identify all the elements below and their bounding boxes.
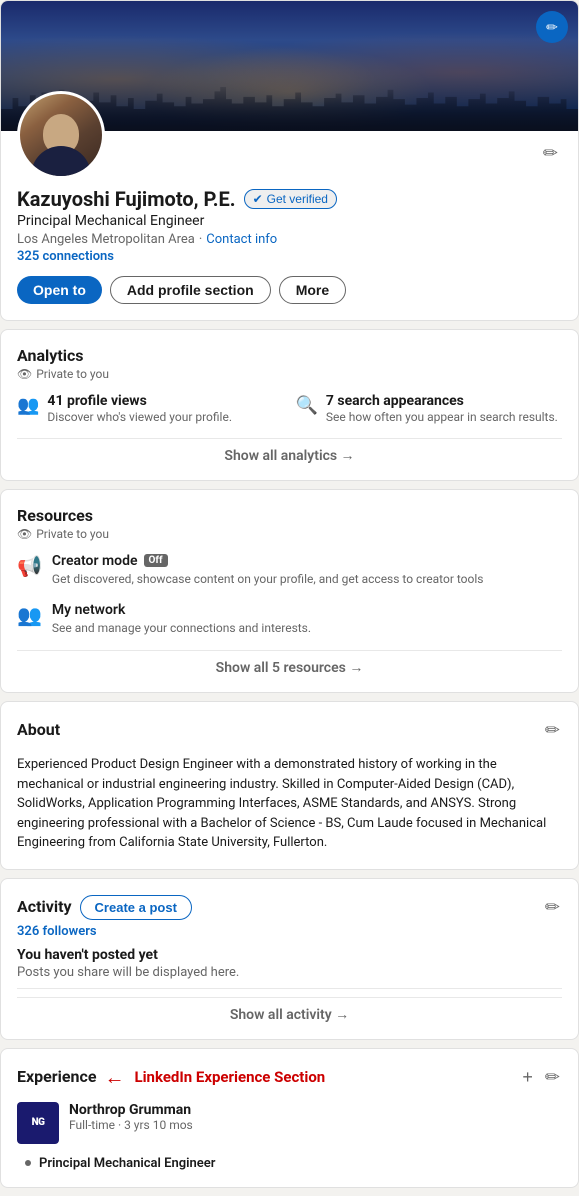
company-name: Northrop Grumman xyxy=(69,1102,193,1118)
profile-card: ✏ ✏ Kazuyoshi Fujimoto, P.E. ✔ Get verif… xyxy=(0,0,579,321)
about-text: Experienced Product Design Engineer with… xyxy=(17,755,562,853)
activity-card: Activity Create a post ✏ 326 followers Y… xyxy=(0,878,579,1040)
about-title: About xyxy=(17,720,60,739)
creator-mode-icon: 📢 xyxy=(17,554,42,578)
creator-mode-desc: Get discovered, showcase content on your… xyxy=(52,571,484,588)
more-button[interactable]: More xyxy=(279,276,346,304)
network-icon: 👥 xyxy=(17,603,42,627)
experience-header: Experience ← LinkedIn Experience Section… xyxy=(17,1065,562,1090)
analytics-private-label: 👁 Private to you xyxy=(17,367,562,381)
profile-name-row: Kazuyoshi Fujimoto, P.E. ✔ Get verified xyxy=(17,187,562,211)
create-post-button[interactable]: Create a post xyxy=(80,895,192,920)
resources-private-label: 👁 Private to you xyxy=(17,527,562,541)
show-all-analytics-link[interactable]: Show all analytics → xyxy=(17,438,562,464)
profile-info: ✏ Kazuyoshi Fujimoto, P.E. ✔ Get verifie… xyxy=(1,131,578,320)
creator-mode-badge: Off xyxy=(144,554,168,567)
edit-activity-button[interactable]: ✏ xyxy=(543,895,562,920)
profile-location: Los Angeles Metropolitan Area · Contact … xyxy=(17,232,562,247)
search-count: 7 search appearances xyxy=(326,393,558,409)
profile-name: Kazuyoshi Fujimoto, P.E. xyxy=(17,187,236,211)
about-card: About ✏ Experienced Product Design Engin… xyxy=(0,701,579,870)
edit-profile-button[interactable]: ✏ xyxy=(539,139,562,168)
resources-title: Resources xyxy=(17,506,562,525)
connections-link[interactable]: 325 connections xyxy=(17,249,562,264)
edit-experience-button[interactable]: ✏ xyxy=(543,1065,562,1090)
activity-title: Activity xyxy=(17,897,72,916)
analytics-grid: 👥 41 profile views Discover who's viewed… xyxy=(17,393,562,426)
followers-link[interactable]: 326 followers xyxy=(17,924,562,939)
my-network-desc: See and manage your connections and inte… xyxy=(52,620,311,637)
creator-mode-label: Creator mode xyxy=(52,553,138,569)
analytics-title: Analytics xyxy=(17,346,562,365)
activity-header: Activity Create a post ✏ xyxy=(17,895,562,920)
not-posted-title: You haven't posted yet xyxy=(17,947,562,963)
resources-card: Resources 👁 Private to you 📢 Creator mod… xyxy=(0,489,579,694)
show-all-resources-link[interactable]: Show all 5 resources → xyxy=(17,650,562,676)
eye-icon-resources: 👁 xyxy=(17,527,32,541)
my-network-item: 👥 My network See and manage your connect… xyxy=(17,602,562,637)
search-icon: 🔍 xyxy=(296,395,318,416)
creator-mode-item: 📢 Creator mode Off Get discovered, showc… xyxy=(17,553,562,588)
dot-separator: · xyxy=(199,232,202,247)
job-title: Principal Mechanical Engineer xyxy=(39,1156,215,1171)
edit-cover-button[interactable]: ✏ xyxy=(536,11,568,43)
search-desc: See how often you appear in search resul… xyxy=(326,409,558,426)
avatar xyxy=(17,91,105,179)
activity-divider xyxy=(17,988,562,989)
profile-views-desc: Discover who's viewed your profile. xyxy=(47,409,232,426)
experience-title: Experience xyxy=(17,1067,96,1086)
show-all-activity-link[interactable]: Show all activity → xyxy=(17,997,562,1023)
add-experience-button[interactable]: + xyxy=(520,1065,535,1090)
open-to-button[interactable]: Open to xyxy=(17,276,102,304)
contact-info-link[interactable]: Contact info xyxy=(206,232,277,247)
profile-views-count: 41 profile views xyxy=(47,393,232,409)
bullet-icon xyxy=(25,1160,31,1166)
get-verified-button[interactable]: ✔ Get verified xyxy=(244,189,337,209)
verified-label: Get verified xyxy=(267,192,328,206)
about-header: About ✏ xyxy=(17,718,562,743)
red-arrow-icon: ← xyxy=(104,1065,124,1090)
not-posted-desc: Posts you share will be displayed here. xyxy=(17,965,562,980)
experience-item-northrop: NG Northrop Grumman Full-time · 3 yrs 10… xyxy=(17,1102,562,1144)
my-network-label: My network xyxy=(52,602,311,618)
eye-icon: 👁 xyxy=(17,367,32,381)
profile-actions: Open to Add profile section More xyxy=(17,276,562,304)
profile-views-icon: 👥 xyxy=(17,395,39,416)
linkedin-experience-label: LinkedIn Experience Section xyxy=(134,1068,325,1086)
analytics-card: Analytics 👁 Private to you 👥 41 profile … xyxy=(0,329,579,481)
experience-card: Experience ← LinkedIn Experience Section… xyxy=(0,1048,579,1188)
profile-headline: Principal Mechanical Engineer xyxy=(17,213,562,229)
edit-about-button[interactable]: ✏ xyxy=(543,718,562,743)
job-type: Full-time · 3 yrs 10 mos xyxy=(69,1118,193,1132)
job-title-item: Principal Mechanical Engineer xyxy=(17,1156,562,1171)
profile-views-item: 👥 41 profile views Discover who's viewed… xyxy=(17,393,284,426)
add-profile-section-button[interactable]: Add profile section xyxy=(110,276,271,304)
location-text: Los Angeles Metropolitan Area xyxy=(17,232,195,247)
search-appearances-item: 🔍 7 search appearances See how often you… xyxy=(296,393,563,426)
company-logo: NG xyxy=(17,1102,59,1144)
verified-icon: ✔ xyxy=(253,192,263,206)
avatar-container xyxy=(17,91,105,179)
